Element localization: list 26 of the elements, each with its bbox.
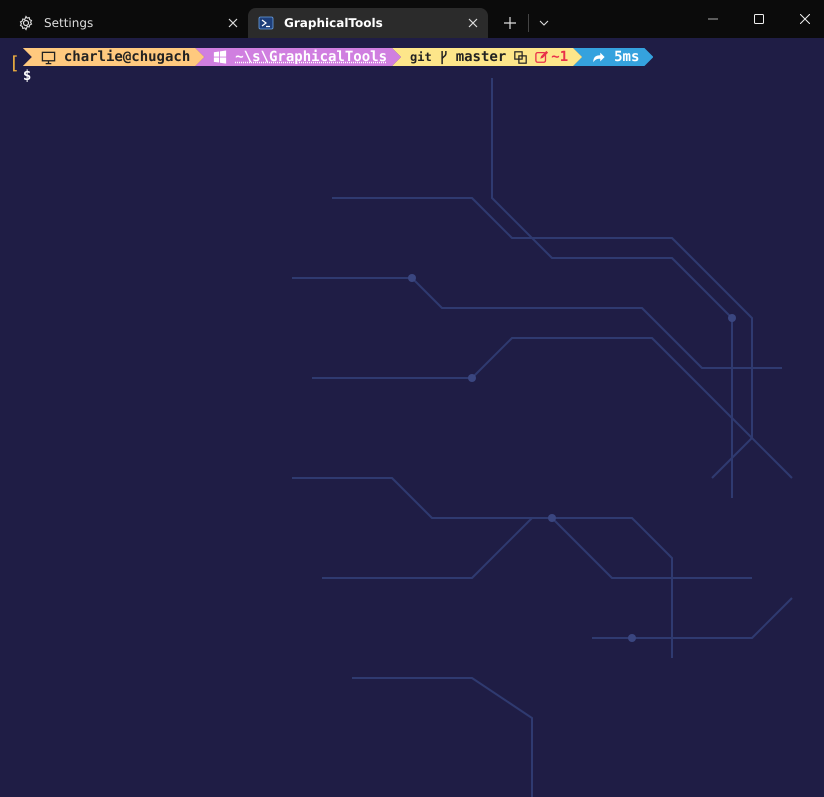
close-icon[interactable] <box>800 14 810 24</box>
user-host: charlie@chugach <box>64 49 190 65</box>
dropdown-icon[interactable] <box>539 20 549 26</box>
directory-path: ~\s\GraphicalTools <box>235 49 387 65</box>
terminal-icon <box>258 15 274 31</box>
maximize-icon[interactable] <box>754 14 764 24</box>
tab[interactable]: GraphicalTools <box>248 8 488 38</box>
tab[interactable]: Settings <box>8 8 248 38</box>
forward-arrow-icon <box>591 50 606 64</box>
new-tab-icon[interactable] <box>504 17 516 29</box>
close-icon[interactable] <box>228 18 238 28</box>
prompt-symbol: $ <box>22 67 32 86</box>
git-label: git <box>410 50 432 64</box>
close-icon[interactable] <box>468 18 478 28</box>
prompt-bracket: [ <box>9 54 20 76</box>
tab-title: Settings <box>44 16 94 30</box>
settings-icon <box>18 15 34 31</box>
branch-icon <box>440 50 448 64</box>
windows-icon <box>213 50 228 64</box>
tab-title: GraphicalTools <box>284 16 384 30</box>
execution-time: 5ms <box>614 49 640 65</box>
branch-name: master <box>456 49 506 65</box>
change-count: ~1 <box>551 49 568 65</box>
edit-icon <box>535 50 550 64</box>
copy-icon <box>514 50 528 64</box>
monitor-icon <box>40 50 56 64</box>
